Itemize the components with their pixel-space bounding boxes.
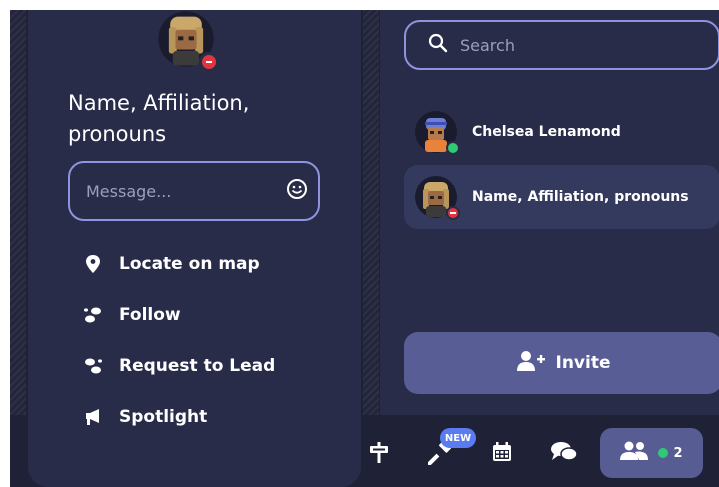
menu-item-label: Follow (119, 305, 181, 325)
online-dot-icon (658, 448, 669, 458)
avatar (157, 10, 219, 72)
player-row-chelsea[interactable]: Chelsea Lenamond (404, 100, 719, 164)
message-box[interactable] (68, 161, 320, 221)
invite-label: Invite (555, 353, 611, 373)
menu-item-label: Spotlight (119, 407, 208, 427)
add-user-icon (516, 350, 546, 376)
request-to-lead-item[interactable]: Request to Lead (82, 351, 275, 381)
search-icon (428, 33, 448, 57)
avatar (414, 175, 460, 220)
app-window: Chelsea Lenamond Name, Affiliation, pron… (10, 10, 719, 487)
chat-icon[interactable] (550, 438, 578, 466)
participants-panel: Chelsea Lenamond Name, Affiliation, pron… (380, 10, 719, 415)
search-box[interactable] (404, 20, 719, 70)
search-input[interactable] (460, 35, 700, 55)
message-input[interactable] (86, 181, 286, 201)
menu-item-label: Locate on map (119, 254, 260, 274)
profile-name: Name, Affiliation, pronouns (68, 91, 250, 146)
invite-button[interactable]: Invite (404, 332, 719, 394)
player-profile-popup: Name, Affiliation, pronouns Locate on ma… (28, 10, 361, 487)
people-icon (620, 441, 649, 465)
megaphone-icon (82, 406, 104, 428)
new-badge: NEW (440, 428, 476, 448)
avatar (414, 110, 460, 155)
map-edge-middle (363, 10, 379, 425)
player-row-self[interactable]: Name, Affiliation, pronouns (404, 165, 719, 229)
calendar-icon[interactable] (488, 438, 516, 466)
footsteps-icon (82, 304, 104, 326)
map-pin-icon (82, 253, 104, 275)
participants-button[interactable]: 2 (600, 428, 703, 478)
participant-count: 2 (673, 445, 683, 461)
signpost-icon[interactable] (365, 438, 393, 466)
locate-on-map-item[interactable]: Locate on map (82, 249, 260, 279)
menu-item-label: Request to Lead (119, 356, 276, 376)
map-edge-left (10, 10, 26, 425)
footsteps-lead-icon (82, 355, 104, 377)
do-not-disturb-icon (446, 206, 460, 220)
spotlight-item[interactable]: Spotlight (82, 402, 207, 432)
player-name: Name, Affiliation, pronouns (472, 189, 689, 205)
online-status-icon (446, 141, 460, 155)
follow-item[interactable]: Follow (82, 300, 181, 330)
player-name: Chelsea Lenamond (472, 124, 621, 140)
do-not-disturb-icon (199, 52, 219, 72)
emoji-icon[interactable] (286, 178, 308, 204)
